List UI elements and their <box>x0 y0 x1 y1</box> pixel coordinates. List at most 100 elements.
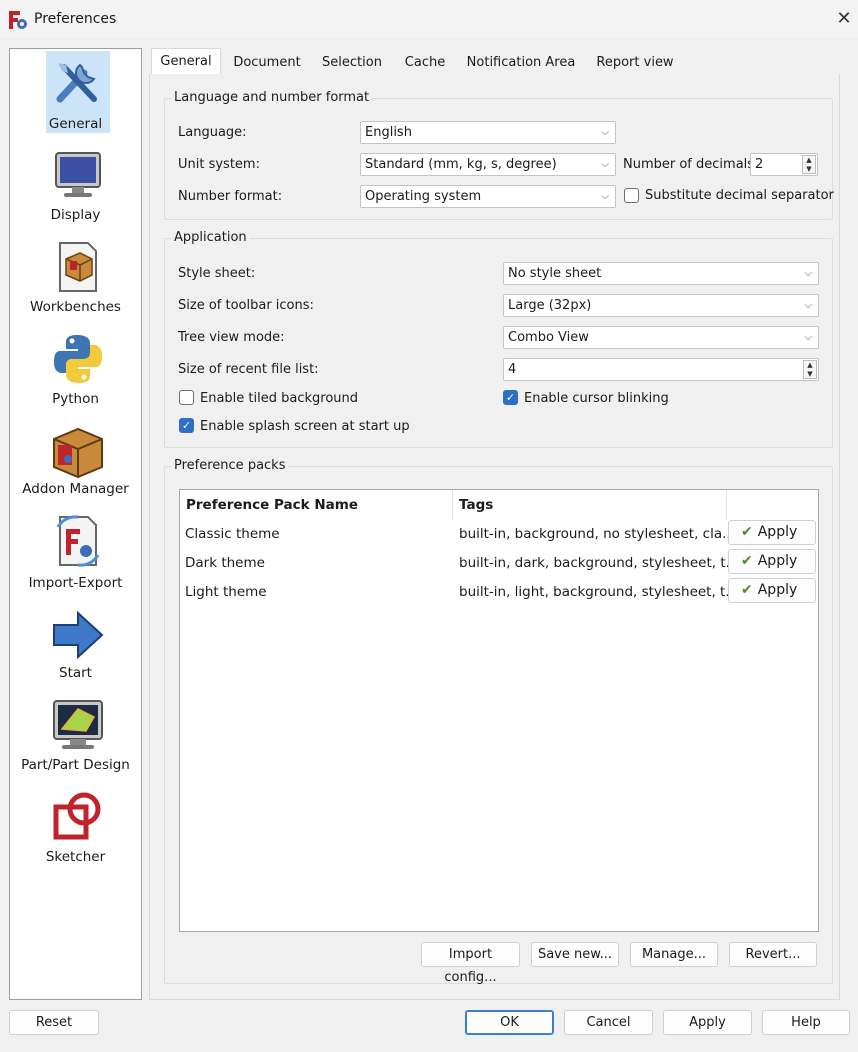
apply-pack-label: Apply <box>757 582 798 598</box>
preferences-sidebar: General Display Workbenches Python Addon… <box>9 48 142 1000</box>
pack-name-cell[interactable]: Dark theme <box>185 555 265 571</box>
tab-report-view[interactable]: Report view <box>586 50 684 75</box>
number-format-label: Number format: <box>178 189 283 204</box>
sidebar-item-python[interactable]: Python <box>10 329 141 417</box>
tiled-background-checkbox[interactable] <box>179 390 194 405</box>
sidebar-item-label: Python <box>52 391 99 407</box>
apply-pack-label: Apply <box>757 553 798 569</box>
group-title: Language and number format <box>171 90 373 105</box>
freecad-app-icon <box>9 11 27 29</box>
column-divider <box>726 490 727 520</box>
number-format-value: Operating system <box>365 189 482 204</box>
tree-view-label: Tree view mode: <box>178 330 285 345</box>
manage-button[interactable]: Manage... <box>630 942 718 967</box>
sidebar-item-general[interactable]: General <box>10 49 141 141</box>
sidebar-item-label: Sketcher <box>45 849 106 865</box>
sidebar-item-import-export[interactable]: Import-Export <box>10 513 141 601</box>
chevron-down-icon: ⌵ <box>804 300 812 311</box>
language-label: Language: <box>178 125 247 140</box>
chevron-down-icon: ⌵ <box>601 159 609 170</box>
chevron-down-icon: ⌵ <box>601 191 609 202</box>
apply-pack-label: Apply <box>757 524 798 540</box>
ok-button[interactable]: OK <box>465 1010 554 1035</box>
sidebar-item-display[interactable]: Display <box>10 145 141 233</box>
substitute-decimal-checkbox[interactable] <box>624 188 639 203</box>
pack-name-cell[interactable]: Classic theme <box>185 526 280 542</box>
splash-screen-checkbox[interactable]: ✓ <box>179 418 194 433</box>
splash-screen-label: Enable splash screen at start up <box>200 419 410 434</box>
close-icon[interactable]: ✕ <box>832 7 856 31</box>
apply-button[interactable]: Apply <box>663 1010 752 1035</box>
substitute-decimal-label: Substitute decimal separator <box>645 188 834 203</box>
group-title: Application <box>171 230 250 245</box>
style-sheet-value: No style sheet <box>508 266 602 281</box>
decimals-spinbox[interactable]: 2 ▲ ▼ <box>750 153 818 176</box>
style-sheet-combo[interactable]: No style sheet ⌵ <box>503 262 819 285</box>
python-icon <box>54 335 102 383</box>
tab-selection[interactable]: Selection <box>312 50 392 75</box>
unit-system-combo[interactable]: Standard (mm, kg, s, degree) ⌵ <box>360 153 616 176</box>
number-format-combo[interactable]: Operating system ⌵ <box>360 185 616 208</box>
sidebar-item-label: General <box>48 116 103 132</box>
spin-arrows-icon[interactable]: ▲ ▼ <box>803 360 817 379</box>
sidebar-item-label: Import-Export <box>28 575 123 591</box>
unit-system-value: Standard (mm, kg, s, degree) <box>365 157 557 172</box>
chevron-down-icon: ⌵ <box>804 268 812 279</box>
column-divider <box>452 490 453 520</box>
sidebar-item-addon-manager[interactable]: Addon Manager <box>10 421 141 509</box>
toolbar-icons-combo[interactable]: Large (32px) ⌵ <box>503 294 819 317</box>
revert-button[interactable]: Revert... <box>729 942 817 967</box>
workbenches-icon <box>59 242 97 292</box>
sketcher-icon <box>53 792 101 840</box>
import-export-icon <box>56 515 100 567</box>
chevron-down-icon: ⌵ <box>804 332 812 343</box>
spin-arrows-icon[interactable]: ▲ ▼ <box>802 155 816 174</box>
reset-button[interactable]: Reset <box>9 1010 99 1035</box>
decimals-value: 2 <box>755 157 764 172</box>
addon-box-icon <box>53 427 103 479</box>
apply-pack-button[interactable]: ✔ Apply <box>728 578 816 603</box>
group-title: Preference packs <box>171 458 289 473</box>
toolbar-icons-value: Large (32px) <box>508 298 592 313</box>
apply-pack-button[interactable]: ✔ Apply <box>728 520 816 545</box>
pack-tags-cell[interactable]: built-in, background, no stylesheet, cla… <box>459 526 735 542</box>
pack-tags-cell[interactable]: built-in, dark, background, stylesheet, … <box>459 555 739 571</box>
tab-general[interactable]: General <box>151 48 221 75</box>
decimals-label: Number of decimals: <box>623 157 759 172</box>
checkmark-icon: ✔ <box>741 524 753 540</box>
sidebar-item-start[interactable]: Start <box>10 605 141 693</box>
window-title: Preferences <box>34 11 117 27</box>
column-header-tags[interactable]: Tags <box>459 497 493 513</box>
chevron-down-icon: ⌵ <box>601 127 609 138</box>
tab-cache[interactable]: Cache <box>394 50 456 75</box>
pack-name-cell[interactable]: Light theme <box>185 584 267 600</box>
sidebar-item-label: Part/Part Design <box>21 757 130 773</box>
language-combo[interactable]: English ⌵ <box>360 121 616 144</box>
help-button[interactable]: Help <box>762 1010 850 1035</box>
tab-notification-area[interactable]: Notification Area <box>458 50 584 75</box>
sidebar-item-sketcher[interactable]: Sketcher <box>10 789 141 877</box>
tab-document[interactable]: Document <box>224 50 310 75</box>
pack-tags-cell[interactable]: built-in, light, background, stylesheet,… <box>459 584 738 600</box>
sidebar-item-label: Start <box>59 665 92 681</box>
arrow-right-icon <box>53 610 104 660</box>
tree-view-combo[interactable]: Combo View ⌵ <box>503 326 819 349</box>
sidebar-item-workbenches[interactable]: Workbenches <box>10 237 141 325</box>
tiled-background-label: Enable tiled background <box>200 391 359 406</box>
sidebar-item-part-design[interactable]: Part/Part Design <box>10 697 141 785</box>
title-bar <box>0 0 858 38</box>
column-header-name[interactable]: Preference Pack Name <box>186 497 358 513</box>
apply-pack-button[interactable]: ✔ Apply <box>728 549 816 574</box>
cursor-blinking-label: Enable cursor blinking <box>524 391 669 406</box>
cursor-blinking-checkbox[interactable]: ✓ <box>503 390 518 405</box>
checkmark-icon: ✔ <box>741 553 753 569</box>
import-config-button[interactable]: Import config... <box>421 942 520 985</box>
recent-files-spinbox[interactable]: 4 ▲ ▼ <box>503 358 819 381</box>
monitor-icon <box>55 152 101 197</box>
cancel-button[interactable]: Cancel <box>564 1010 653 1035</box>
tree-view-value: Combo View <box>508 330 589 345</box>
recent-files-label: Size of recent file list: <box>178 362 319 377</box>
save-new-button[interactable]: Save new... <box>531 942 619 967</box>
preference-packs-table[interactable]: Preference Pack Name Tags Classic theme … <box>179 489 819 932</box>
language-value: English <box>365 125 412 140</box>
